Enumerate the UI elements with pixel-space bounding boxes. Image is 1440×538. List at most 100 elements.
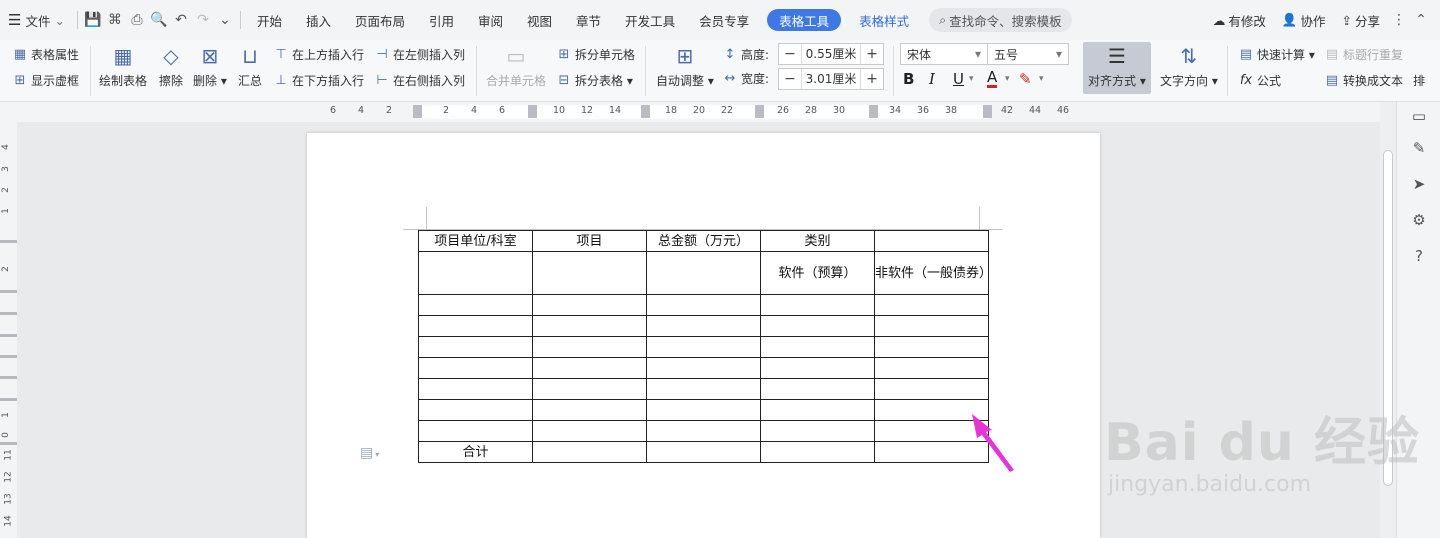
table-cell[interactable] [646, 294, 761, 316]
highlight-icon[interactable]: ✎ [1019, 70, 1032, 88]
table-cell[interactable] [532, 441, 647, 463]
formula-button[interactable]: fx 公式 [1238, 72, 1281, 89]
tab-references[interactable]: 引用 [417, 7, 466, 33]
table-cell[interactable] [418, 251, 533, 295]
table-cell[interactable]: 总金额（万元） [646, 230, 761, 252]
modify-button[interactable]: ☁ 有修改 [1205, 7, 1274, 33]
underline-icon[interactable]: U [953, 70, 964, 88]
tab-section[interactable]: 章节 [564, 7, 613, 33]
table-cell-total-label[interactable]: 合计 [418, 441, 533, 463]
table-cell[interactable] [532, 315, 647, 337]
insert-row-above-button[interactable]: ⊤ 在上方插入行 [273, 46, 364, 63]
undo-icon[interactable]: ↶ [170, 7, 192, 33]
print-preview-icon[interactable]: 🔍 [148, 7, 170, 33]
chevron-down-icon[interactable]: ▾ [969, 74, 974, 84]
width-stepper[interactable]: − 3.01厘米 + [778, 68, 884, 90]
minus-icon[interactable]: − [779, 46, 801, 62]
ruler-column-marker[interactable] [983, 105, 992, 118]
table-cell[interactable] [760, 378, 875, 400]
minus-icon[interactable]: − [779, 71, 801, 87]
table-cell[interactable]: 类别 [760, 230, 875, 252]
quick-calc-button[interactable]: ▤ 快速计算 ▾ [1238, 46, 1315, 63]
split-table-button[interactable]: ⊟ 拆分表格 ▾ [556, 72, 633, 89]
summary-button[interactable]: ⊔ 汇总 [237, 44, 263, 89]
print-icon[interactable]: ⎙ [126, 7, 148, 33]
table-cell[interactable] [760, 336, 875, 358]
table-cell[interactable]: 项目 [532, 230, 647, 252]
tab-developer[interactable]: 开发工具 [613, 7, 687, 33]
table-cell[interactable] [874, 378, 989, 400]
table-cell[interactable] [874, 294, 989, 316]
tab-table-style[interactable]: 表格样式 [847, 7, 921, 33]
table-cell[interactable] [418, 336, 533, 358]
chevron-down-icon[interactable]: ▾ [1039, 74, 1044, 84]
table-cell[interactable] [874, 230, 989, 252]
font-family-select[interactable]: 宋体 ▾ [900, 43, 988, 65]
tab-member[interactable]: 会员专享 [687, 7, 761, 33]
help-icon[interactable]: ? [1409, 246, 1429, 266]
insert-col-right-button[interactable]: ⊢ 在右侧插入列 [374, 72, 465, 89]
table-cell[interactable]: 项目单位/科室 [418, 230, 533, 252]
font-size-select[interactable]: 五号 ▾ [987, 43, 1069, 65]
auto-adjust-button[interactable]: ⊞ 自动调整 ▾ [656, 44, 714, 89]
table-cell[interactable] [646, 441, 761, 463]
table-cell[interactable] [418, 357, 533, 379]
italic-icon[interactable]: I [929, 70, 935, 88]
table-cell[interactable] [760, 294, 875, 316]
table-cell[interactable] [874, 315, 989, 337]
table-cell[interactable] [418, 294, 533, 316]
bold-icon[interactable]: B [903, 70, 914, 88]
share-button[interactable]: ⇪ 分享 [1334, 7, 1389, 33]
more-icon[interactable]: ⋮ [1388, 7, 1410, 33]
table-cell[interactable] [760, 399, 875, 421]
font-color-icon[interactable]: A [987, 69, 998, 88]
ruler-column-marker[interactable] [641, 105, 650, 118]
table-cell[interactable] [646, 251, 761, 295]
ruler-column-marker[interactable] [413, 105, 422, 118]
paragraph-layout-icon[interactable]: ▤ ▾ [360, 445, 379, 461]
insert-col-left-button[interactable]: ⊣ 在左侧插入列 [374, 46, 465, 63]
settings-sliders-icon[interactable]: ⚙ [1409, 210, 1429, 230]
show-grid-button[interactable]: ⊞ 显示虚框 [12, 72, 79, 89]
pen-icon[interactable]: ✎ [1409, 138, 1429, 158]
table-cell[interactable] [532, 336, 647, 358]
table-cell[interactable] [418, 420, 533, 442]
table-cell[interactable] [760, 357, 875, 379]
insert-row-below-button[interactable]: ⊥ 在下方插入行 [273, 72, 364, 89]
text-direction-button[interactable]: ⇅ 文字方向 ▾ [1160, 44, 1218, 89]
table-cell[interactable] [760, 420, 875, 442]
convert-to-text-button[interactable]: ▤ 转换成文本 [1324, 72, 1403, 89]
delete-button[interactable]: ⊠ 删除 ▾ [193, 44, 227, 89]
customize-dropdown-icon[interactable]: ⌄ [214, 7, 236, 33]
table-cell[interactable] [760, 441, 875, 463]
ruler-column-marker[interactable] [755, 105, 764, 118]
height-stepper[interactable]: − 0.55厘米 + [778, 43, 884, 65]
table-cell[interactable]: 非软件（一般债券） [874, 251, 992, 295]
chevron-down-icon[interactable]: ▾ [1005, 74, 1010, 84]
align-button-content[interactable]: ☰ 对齐方式 ▾ [1088, 44, 1146, 89]
merge-cells-button[interactable]: ▭ 合并单元格 [486, 44, 546, 89]
table-cell[interactable] [646, 336, 761, 358]
width-value[interactable]: 3.01厘米 [801, 69, 861, 89]
table-cell[interactable]: 软件（预算） [760, 251, 875, 295]
collapse-ribbon-icon[interactable]: ⌃ [1410, 7, 1432, 33]
table-cell[interactable] [874, 357, 989, 379]
table-props-button[interactable]: ▦ 表格属性 [12, 46, 79, 63]
table-cell[interactable] [646, 315, 761, 337]
table-cell[interactable] [760, 315, 875, 337]
split-cells-button[interactable]: ⊞ 拆分单元格 [556, 46, 635, 63]
tab-start[interactable]: 开始 [245, 7, 294, 33]
plus-icon[interactable]: + [861, 71, 883, 87]
table-cell[interactable] [646, 378, 761, 400]
save-icon[interactable]: 💾 [82, 7, 104, 33]
draw-table-button[interactable]: ▦ 绘制表格 [99, 44, 147, 89]
vertical-ruler[interactable]: 4 3 2 1 2 1 0 11 12 13 14 [0, 122, 17, 538]
plus-icon[interactable]: + [861, 46, 883, 62]
budget-table[interactable]: 项目单位/科室 项目 总金额（万元） 类别 软件（预算） 非软件（一般债券） 合… [418, 230, 992, 463]
tab-page-layout[interactable]: 页面布局 [343, 7, 417, 33]
horizontal-ruler[interactable]: 6 4 2 2 4 6 10 12 14 18 20 22 26 28 30 3… [0, 102, 1380, 122]
erase-button[interactable]: ◇ 擦除 [158, 44, 184, 89]
table-cell[interactable] [646, 420, 761, 442]
search-box[interactable]: ⌕ 查找命令、搜索模板 [929, 8, 1072, 32]
table-cell[interactable] [532, 399, 647, 421]
